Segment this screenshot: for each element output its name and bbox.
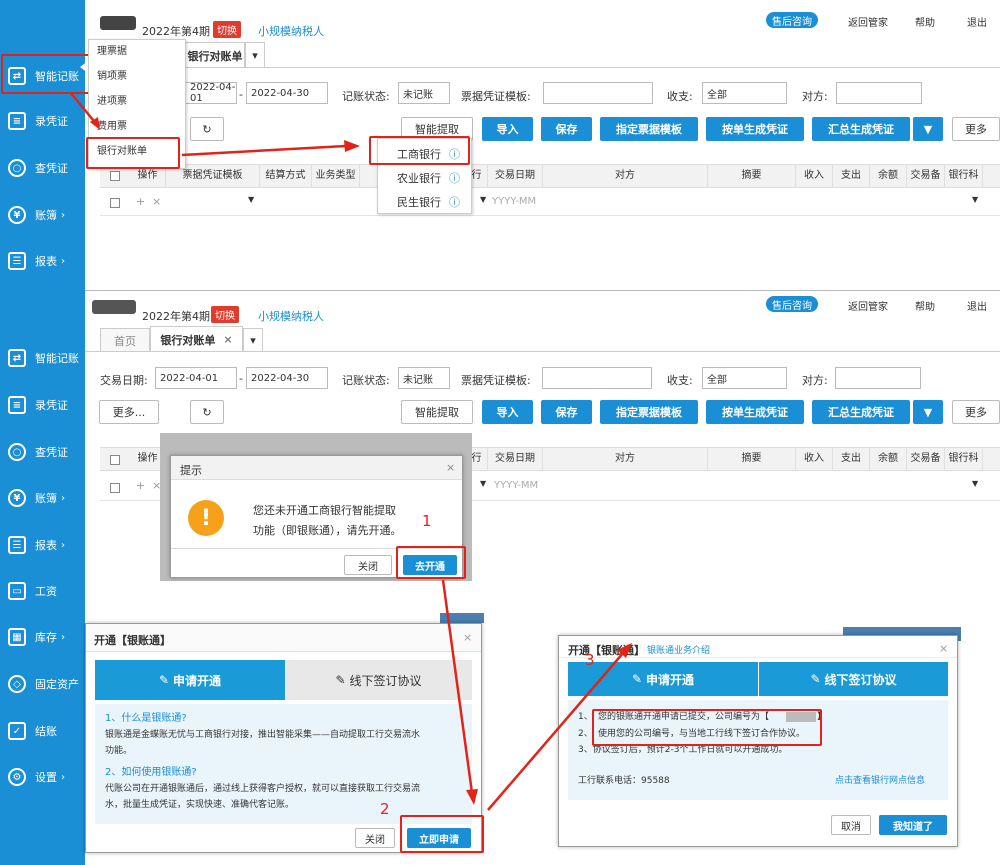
- annotation-arrows-bottom: [441, 579, 632, 811]
- bottom-screenshot: ⇄ 智能记账 ≡ 录凭证 ○ 查凭证 ¥ 账簿 › ☰ 报表 › ▭ 工资 ▦ 库存 › ◇ 固定资产…: [0, 290, 1000, 865]
- annotation-arrows-top: [69, 91, 360, 157]
- top-screenshot: ⇄ 智能记账 ≡ 录凭证 ○ 查凭证 ¥ 账簿 › ☰ 报表 › 2022年第4期 切换 小规…: [0, 0, 1000, 290]
